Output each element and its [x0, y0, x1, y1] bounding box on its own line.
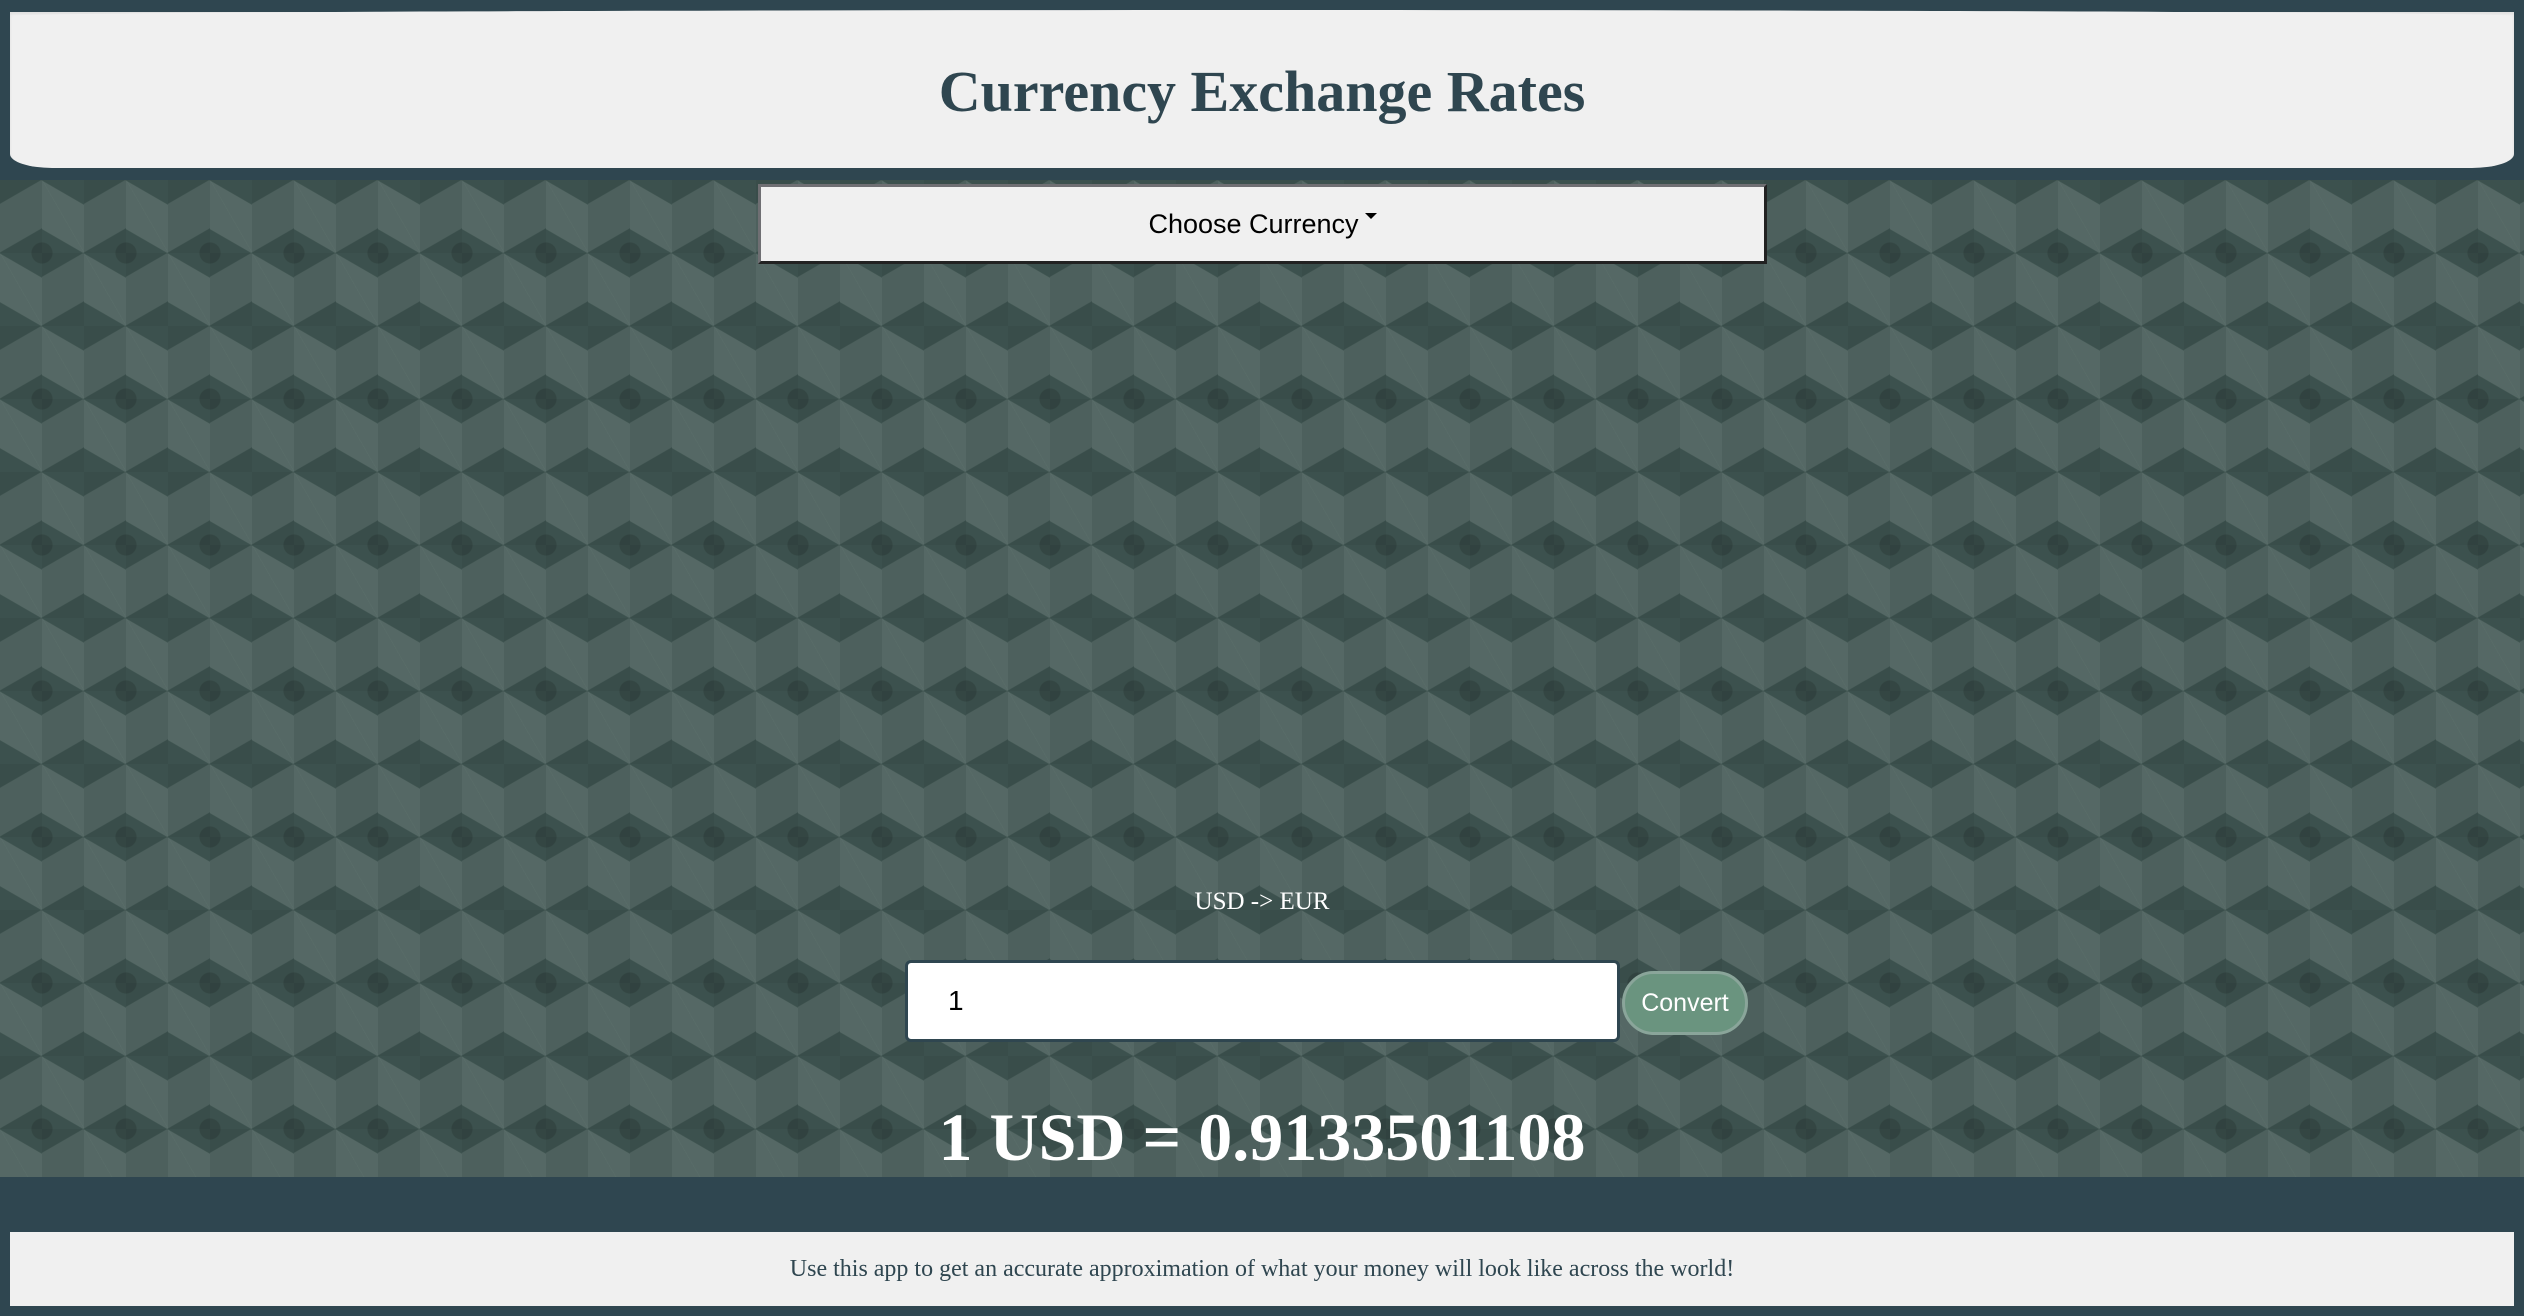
conversion-result: 1 USD = 0.9133501108	[938, 1099, 1586, 1175]
caret-down-icon	[1364, 213, 1377, 219]
amount-input[interactable]	[905, 960, 1620, 1042]
app-header: Currency Exchange Rates	[10, 10, 2514, 168]
dropdown-label: Choose Currency	[1148, 208, 1359, 239]
page-title: Currency Exchange Rates	[938, 59, 1586, 124]
convert-button[interactable]: Convert	[1622, 971, 1748, 1035]
currency-pair-label: USD -> EUR	[1194, 888, 1330, 915]
footer-text: Use this app to get an accurate approxim…	[789, 1255, 1735, 1282]
app-footer: Use this app to get an accurate approxim…	[10, 1232, 2514, 1306]
choose-currency-dropdown[interactable]: Choose Currency	[758, 184, 1767, 264]
